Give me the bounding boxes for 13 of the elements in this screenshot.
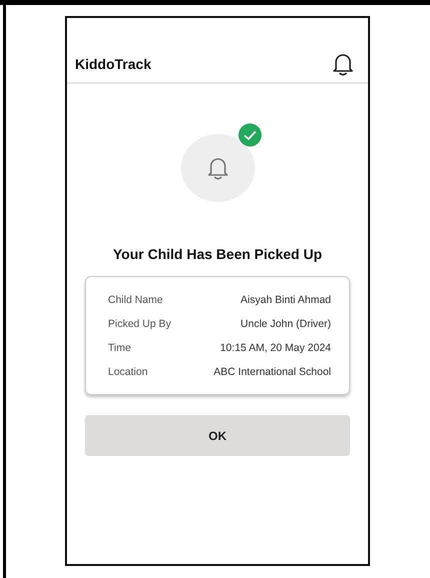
heading: Your Child Has Been Picked Up (112, 246, 323, 262)
detail-value: 10:15 AM, 20 May 2024 (220, 342, 331, 354)
ok-button[interactable]: OK (85, 415, 350, 456)
bell-icon (206, 156, 228, 180)
detail-label: Child Name (108, 294, 163, 306)
detail-label: Location (108, 366, 148, 378)
detail-value: Aisyah Binti Ahmad (240, 294, 331, 306)
detail-label: Picked Up By (108, 318, 172, 330)
app-title: KiddoTrack (75, 56, 152, 72)
bell-icon[interactable] (332, 52, 354, 76)
detail-value: ABC International School (214, 366, 331, 378)
detail-label: Time (108, 342, 131, 354)
detail-value: Uncle John (Driver) (240, 318, 331, 330)
